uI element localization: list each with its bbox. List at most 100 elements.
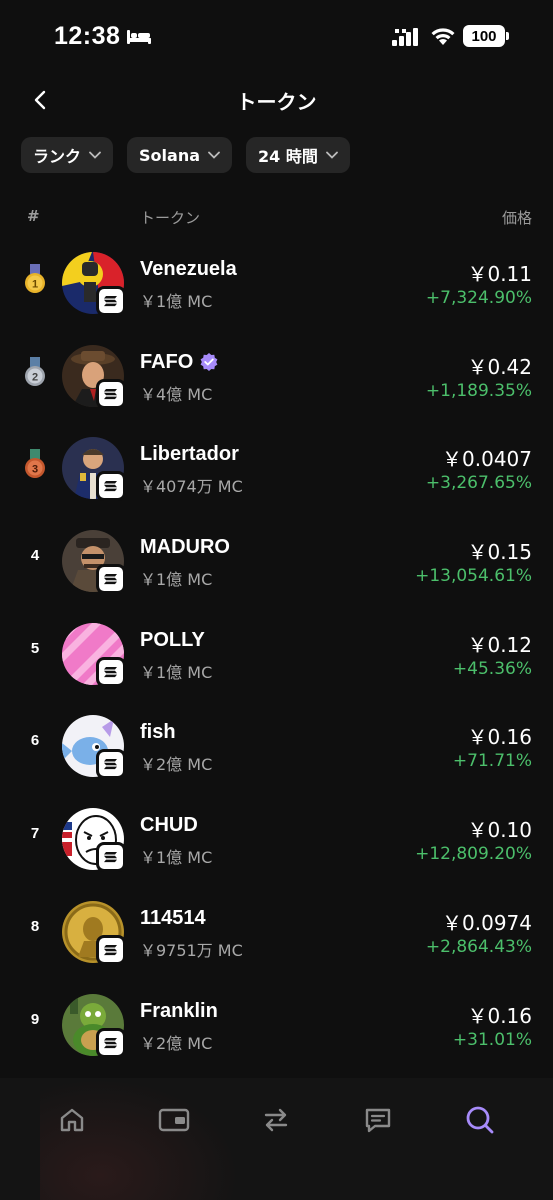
wallet-icon [158,1108,190,1132]
token-price: ￥0.10 [467,818,532,843]
token-price: ￥0.0407 [442,447,532,472]
token-avatar [52,612,126,687]
solana-icon [104,852,117,863]
gold-medal-icon: 1 [25,264,45,293]
medal-rank-label: 3 [32,464,38,476]
solana-icon [104,944,117,955]
solana-badge [96,564,126,595]
token-change: +45.36% [452,658,532,679]
token-name: 114514 [140,907,206,930]
token-avatar [62,993,126,1058]
tab-swap[interactable] [256,1100,296,1140]
token-price: ￥0.16 [467,1003,532,1028]
token-market-cap: ￥2億 MC [140,755,213,775]
battery-indicator: 100 [463,25,509,47]
filter-rank-label: ランク [33,147,82,166]
token-rank: 5 [30,639,40,657]
token-row[interactable]: 9 Franklin ￥2億 MC ￥0.16 +31.01% [0,978,553,1071]
token-row[interactable]: 3 Libertador ￥4074万 MC ￥0.0407 +3,267.65… [0,421,553,514]
token-avatar [62,715,126,780]
token-rank: 6 [30,732,40,750]
token-price: ￥0.42 [467,354,532,379]
token-market-cap: ￥1億 MC [140,848,213,868]
token-avatar [62,530,126,595]
token-price: ￥0.15 [467,540,532,565]
token-row[interactable]: 4 MADURO ￥1億 MC ￥0.15 +13,054.61% [0,514,553,607]
solana-icon [104,666,117,677]
token-change: +31.01% [452,1029,532,1050]
token-avatar [62,437,126,502]
token-market-cap: ￥4億 MC [140,384,213,404]
token-row[interactable]: 6 fish ￥2億 MC ￥0.16 +71.71% [0,699,553,792]
token-name: Venezuela [140,258,237,281]
tab-wallet[interactable] [154,1100,194,1140]
token-change: +12,809.20% [415,844,532,865]
column-header-rank: # [27,207,40,225]
token-name-label: Libertador [140,443,239,466]
token-row[interactable]: 7 CHUD ￥1億 MC ￥0.10 +12,809.20% [0,792,553,885]
solana-badge [96,1027,126,1058]
token-change: +7,324.90% [425,288,532,308]
token-name: fish [140,721,176,744]
solana-badge [96,286,126,316]
token-name-label: FAFO [140,350,194,373]
nav-bar: トークン [0,72,553,128]
token-market-cap: ￥4074万 MC [140,477,243,497]
solana-icon [104,1037,117,1048]
tab-chat[interactable] [358,1100,398,1140]
token-name: MADURO [140,536,230,559]
filter-timeframe-label: 24 時間 [258,147,318,166]
status-bar: 12:38 100 [0,0,553,72]
token-price: ￥0.12 [467,632,532,657]
wifi-icon [431,28,455,45]
token-change: +2,864.43% [425,936,532,957]
token-change: +13,054.61% [415,566,532,587]
token-name: FAFO [140,351,219,374]
token-price: ￥0.16 [467,725,532,750]
solana-badge [96,842,126,873]
token-market-cap: ￥1億 MC [140,662,213,682]
token-avatar [62,252,126,316]
home-icon [60,1108,84,1132]
tab-home[interactable] [52,1100,92,1140]
token-rank: 4 [30,547,40,565]
tab-search[interactable] [460,1100,500,1140]
table-header: # トークン 価格 [0,205,553,229]
token-name: Franklin [140,1000,218,1023]
token-change: +71.71% [452,751,532,772]
token-list: 1 Venezuela ￥1億 MC ￥0.11 +7,324.90% 2 FA… [0,236,553,1070]
tab-bar [0,1078,553,1200]
filter-timeframe[interactable]: 24 時間 [246,137,350,173]
chevron-down-icon [325,151,338,159]
solana-icon [104,388,117,399]
token-name-label: MADURO [140,536,230,559]
silver-medal-icon: 2 [25,356,45,386]
token-rank: 8 [30,917,40,935]
bed-icon [127,30,151,44]
token-price: ￥0.0974 [442,910,532,935]
token-row[interactable]: 2 FAFO ￥4億 MC ￥0.42 +1,189.35% [0,329,553,422]
token-avatar [62,900,126,965]
solana-icon [104,481,117,492]
token-avatar [62,344,126,409]
token-row[interactable]: 1 Venezuela ￥1億 MC ￥0.11 +7,324.90% [0,236,553,329]
solana-badge [96,378,126,409]
search-icon [466,1106,494,1134]
filter-chain-label: Solana [139,145,200,165]
token-name-label: 114514 [140,906,206,929]
token-name: POLLY [140,629,205,652]
token-change: +3,267.65% [425,473,532,494]
token-row[interactable]: 5 POLLY ￥1億 MC ￥0.12 +45.36% [0,607,553,700]
chevron-down-icon [208,151,220,159]
token-avatar [62,808,126,873]
solana-badge [96,656,126,687]
filter-chain[interactable]: Solana [127,137,232,173]
column-header-price: 価格 [501,209,532,227]
token-market-cap: ￥1億 MC [140,570,213,590]
token-rank: 9 [30,1010,40,1028]
token-name-label: fish [140,721,176,744]
token-row[interactable]: 8 114514 ￥9751万 MC ￥0.0974 +2,864.43% [0,885,553,978]
token-change: +1,189.35% [425,380,532,401]
filter-rank[interactable]: ランク [21,137,114,173]
solana-icon [104,574,117,585]
